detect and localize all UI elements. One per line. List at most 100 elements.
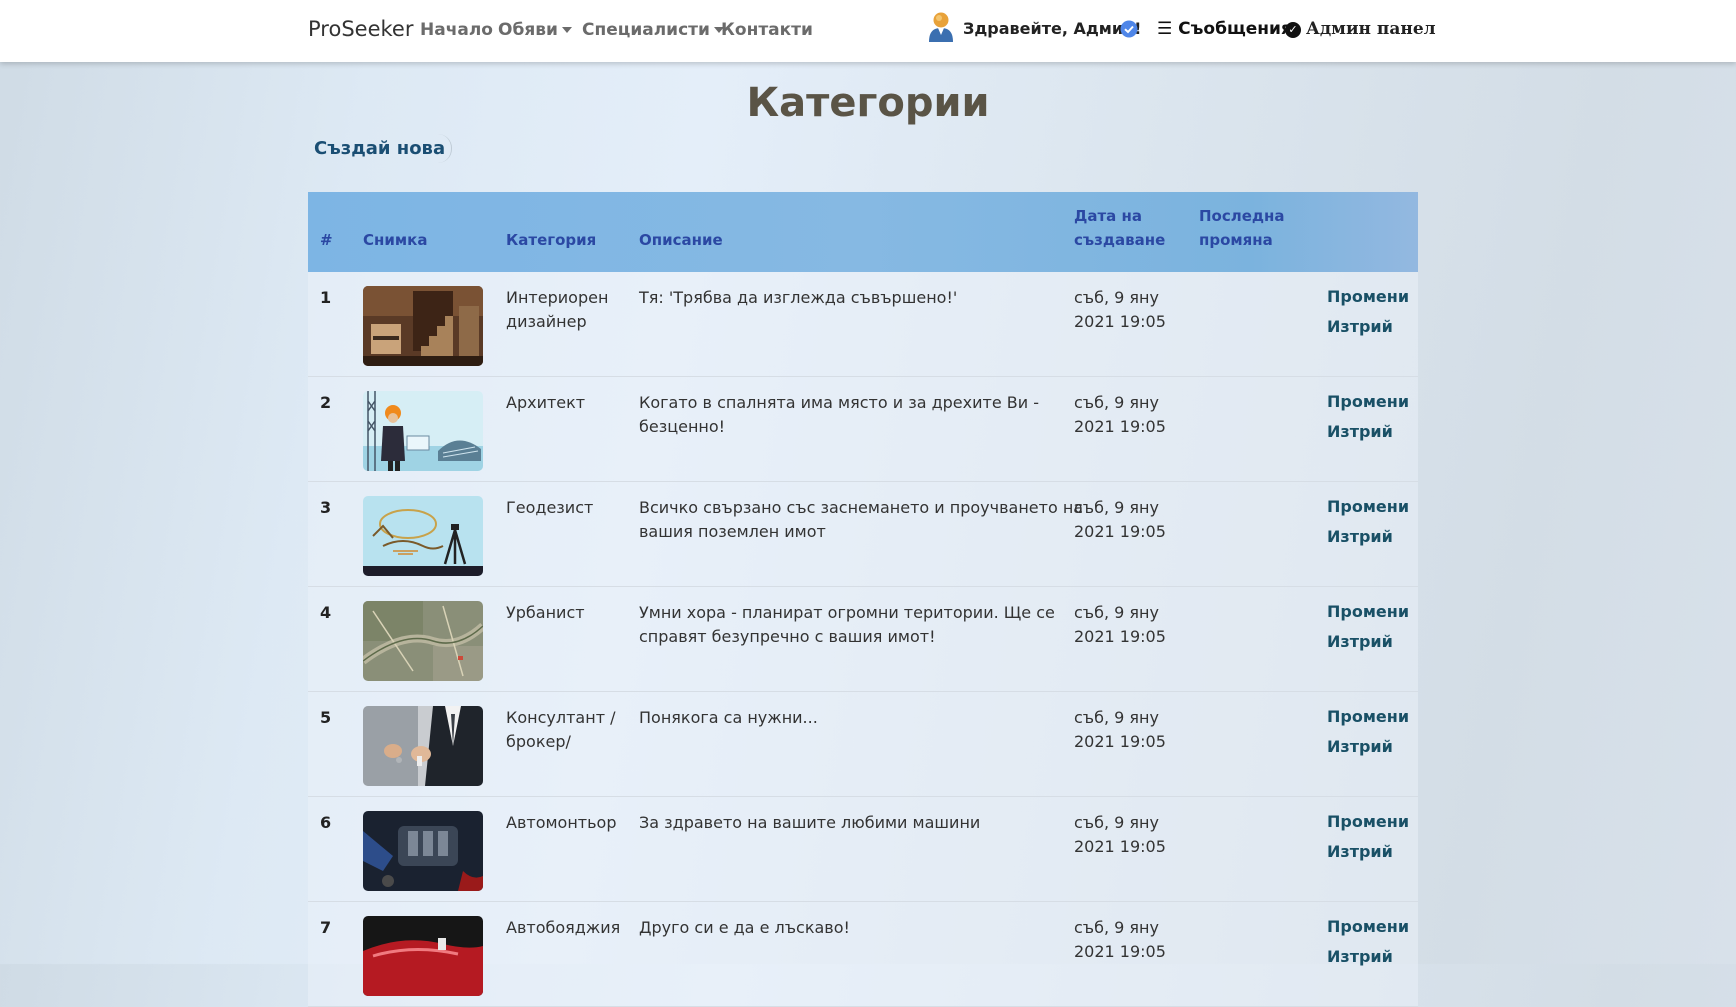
header-modified-line1: Последна (1199, 207, 1285, 225)
interior-photo-icon (363, 286, 483, 366)
category-name-line1: Архитект (506, 393, 586, 412)
keys-handover-photo-icon (363, 706, 483, 786)
admin-panel-label: Админ панел (1306, 19, 1436, 39)
category-description: Понякога са нужни... (639, 706, 818, 730)
edit-button[interactable]: Промени (1327, 287, 1409, 306)
edit-button[interactable]: Промени (1327, 497, 1409, 516)
description-line2: безценно! (639, 417, 726, 436)
admin-panel-link[interactable]: ✓ Админ панел (1285, 19, 1436, 39)
created-date: съб, 9 яну 2021 19:05 (1074, 601, 1166, 649)
user-avatar-icon[interactable] (928, 11, 954, 43)
created-date: съб, 9 яну 2021 19:05 (1074, 496, 1166, 544)
category-name-line1: Консултант / (506, 708, 616, 727)
map-photo-icon (363, 601, 483, 681)
category-thumbnail (363, 706, 483, 786)
created-date: съб, 9 яну 2021 19:05 (1074, 286, 1166, 334)
created-date-line1: съб, 9 яну (1074, 603, 1159, 622)
header-category: Категория (506, 231, 597, 249)
table-header: # Снимка Категория Описание Дата на създ… (308, 192, 1418, 272)
row-number: 2 (320, 393, 332, 412)
brand-logo[interactable]: ProSeeker (308, 17, 413, 41)
edit-button[interactable]: Промени (1327, 602, 1409, 621)
edit-button[interactable]: Промени (1327, 917, 1409, 936)
table-row: 6 Автомонтьор За здравето на вашите люби… (308, 797, 1418, 902)
table-row: 4 Урбанист Умни хора - планират огромни … (308, 587, 1418, 692)
top-navbar: ProSeeker Начало Обяви Специалисти Конта… (0, 0, 1736, 62)
architect-illustration-icon (363, 391, 483, 471)
category-thumbnail (363, 601, 483, 681)
create-new-button[interactable]: Създай нова (308, 134, 453, 163)
nav-home-label: Начало (420, 20, 493, 40)
table-row: 3 Геодезист Всичко свързано със заснеман… (308, 482, 1418, 587)
created-date-line1: съб, 9 яну (1074, 918, 1159, 937)
category-description: Умни хора - планират огромни територии. … (639, 601, 1055, 649)
nav-ads-dropdown[interactable]: Обяви (498, 20, 572, 40)
table-row: 1 Интериорен дизайнер Тя: 'Трябва да изг… (308, 272, 1418, 377)
category-thumbnail (363, 391, 483, 471)
greeting-text[interactable]: Здравейте, Админ! (963, 19, 1141, 38)
description-line1: Всичко свързано със заснемането и проучв… (639, 498, 1084, 517)
created-date-line1: съб, 9 яну (1074, 393, 1159, 412)
engine-photo-icon (363, 811, 483, 891)
header-modified-line2: промяна (1199, 231, 1273, 249)
categories-table: # Снимка Категория Описание Дата на създ… (308, 192, 1418, 1007)
created-date: съб, 9 яну 2021 19:05 (1074, 391, 1166, 439)
category-thumbnail (363, 496, 483, 576)
created-date-line2: 2021 19:05 (1074, 942, 1166, 961)
row-number: 7 (320, 918, 332, 937)
messages-link[interactable]: ☰ Съобщения (1157, 19, 1292, 39)
nav-specialists-dropdown[interactable]: Специалисти (582, 20, 724, 40)
created-date-line2: 2021 19:05 (1074, 627, 1166, 646)
edit-button[interactable]: Промени (1327, 812, 1409, 831)
delete-button[interactable]: Изтрий (1327, 947, 1393, 966)
description-line1: За здравето на вашите любими машини (639, 813, 981, 832)
row-number: 5 (320, 708, 332, 727)
category-name: Автобояджия (506, 916, 620, 940)
created-date-line1: съб, 9 яну (1074, 813, 1159, 832)
category-thumbnail (363, 286, 483, 366)
created-date-line1: съб, 9 яну (1074, 498, 1159, 517)
delete-button[interactable]: Изтрий (1327, 422, 1393, 441)
nav-contacts[interactable]: Контакти (721, 20, 813, 40)
table-row: 5 Консултант / брокер/ Понякога са нужни… (308, 692, 1418, 797)
delete-button[interactable]: Изтрий (1327, 737, 1393, 756)
car-paint-photo-icon (363, 916, 483, 996)
delete-button[interactable]: Изтрий (1327, 527, 1393, 546)
created-date-line2: 2021 19:05 (1074, 732, 1166, 751)
category-description: Когато в спалнята има място и за дрехите… (639, 391, 1039, 439)
nav-contacts-label: Контакти (721, 20, 813, 40)
row-number: 1 (320, 288, 332, 307)
nav-home[interactable]: Начало (420, 20, 493, 40)
created-date: съб, 9 яну 2021 19:05 (1074, 706, 1166, 754)
geodesy-illustration-icon (363, 496, 483, 576)
category-name-line2: брокер/ (506, 732, 571, 751)
category-name: Архитект (506, 391, 585, 415)
delete-button[interactable]: Изтрий (1327, 842, 1393, 861)
delete-button[interactable]: Изтрий (1327, 632, 1393, 651)
created-date-line2: 2021 19:05 (1074, 417, 1166, 436)
header-description: Описание (639, 231, 723, 249)
description-line1: Друго си е да е лъскаво! (639, 918, 850, 937)
created-date: съб, 9 яну 2021 19:05 (1074, 811, 1166, 859)
category-name-line2: дизайнер (506, 312, 587, 331)
row-number: 6 (320, 813, 332, 832)
delete-button[interactable]: Изтрий (1327, 317, 1393, 336)
header-created: Дата на създаване (1074, 204, 1165, 252)
edit-button[interactable]: Промени (1327, 707, 1409, 726)
description-line1: Тя: 'Трябва да изглежда съвършено!' (639, 288, 958, 307)
category-name: Автомонтьор (506, 811, 617, 835)
created-date-line1: съб, 9 яну (1074, 708, 1159, 727)
nav-ads-label: Обяви (498, 20, 558, 40)
header-created-line1: Дата на (1074, 207, 1143, 225)
created-date-line1: съб, 9 яну (1074, 288, 1159, 307)
header-created-line2: създаване (1074, 231, 1166, 249)
category-name-line1: Интериорен (506, 288, 609, 307)
description-line1: Когато в спалнята има място и за дрехите… (639, 393, 1039, 412)
edit-button[interactable]: Промени (1327, 392, 1409, 411)
category-name: Интериорен дизайнер (506, 286, 608, 334)
category-name: Геодезист (506, 496, 593, 520)
category-description: Тя: 'Трябва да изглежда съвършено!' (639, 286, 957, 310)
header-num: # (320, 231, 333, 249)
category-name: Урбанист (506, 601, 585, 625)
description-line2: справят безупречно с вашия имот! (639, 627, 936, 646)
